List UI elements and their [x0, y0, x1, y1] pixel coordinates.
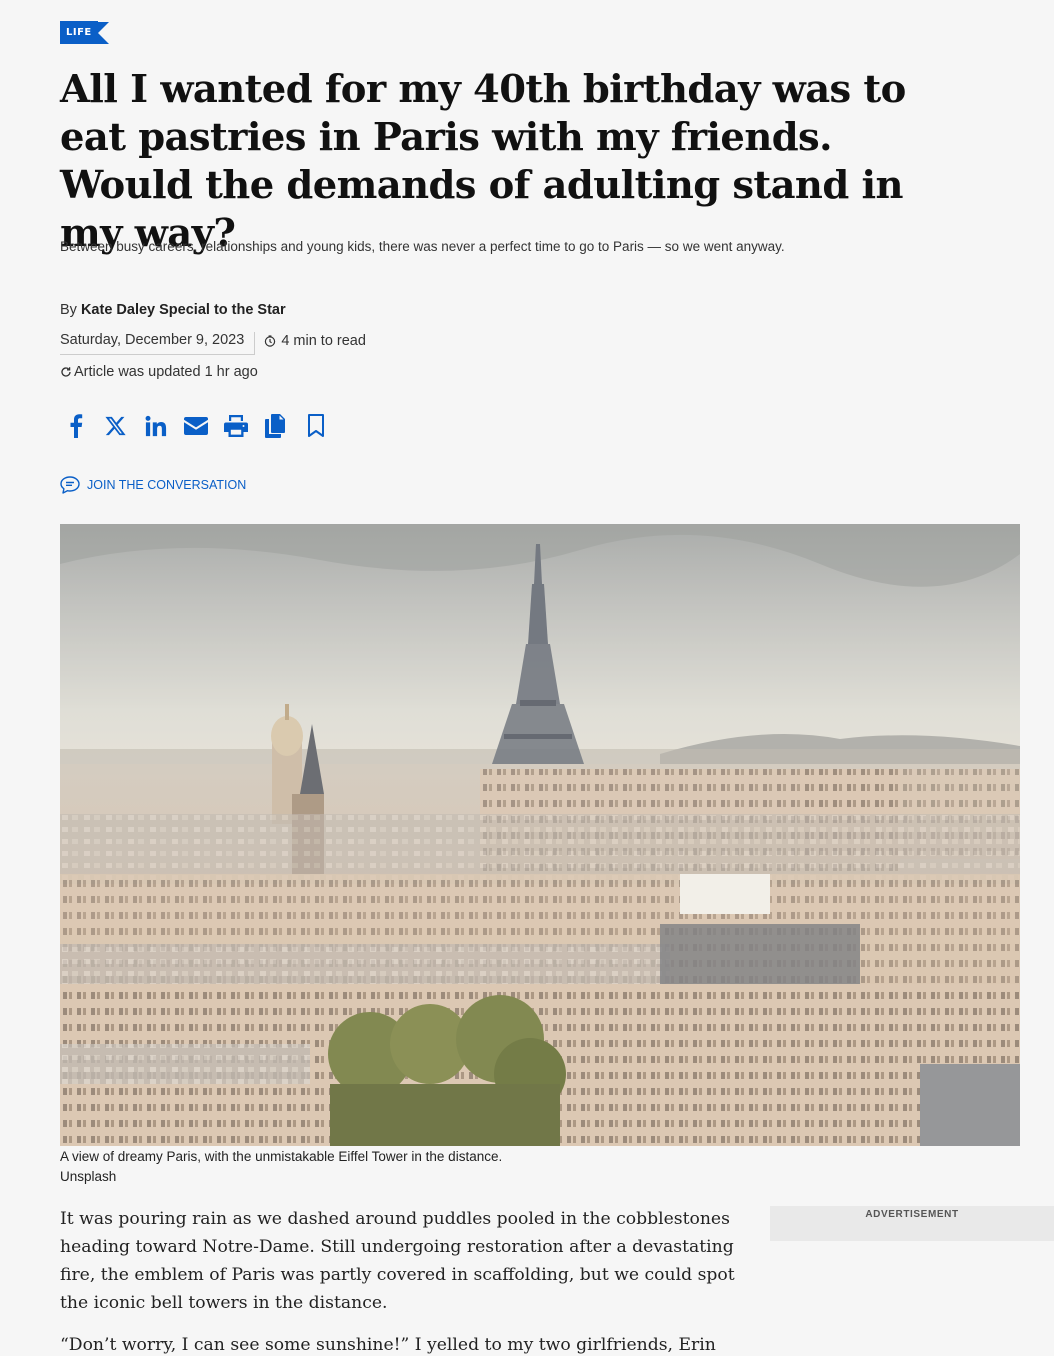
read-time-label: 4 min to read [281, 332, 366, 349]
refresh-icon [61, 367, 71, 377]
dateline: Saturday, December 9, 2023 4 min to read [60, 332, 366, 355]
share-bar [56, 410, 336, 442]
updated-label: Article was updated 1 hr ago [74, 364, 258, 380]
byline-prefix: By [60, 302, 77, 318]
bookmark-icon [308, 414, 324, 437]
article-subhead: Between busy careers, relationships and … [60, 239, 785, 254]
advertisement-label: ADVERTISEMENT [865, 1209, 959, 1220]
read-time: 4 min to read [255, 333, 366, 355]
facebook-icon [70, 414, 83, 438]
copy-icon [265, 414, 285, 438]
section-tag-arrow [97, 21, 109, 44]
author-name[interactable]: Kate Daley Special to the Star [81, 302, 286, 318]
publish-date: Saturday, December 9, 2023 [60, 332, 256, 355]
bookmark-button[interactable] [296, 410, 336, 442]
clock-icon [265, 334, 276, 347]
article-body: It was pouring rain as we dashed around … [60, 1205, 750, 1356]
updated-notice: Article was updated 1 hr ago [60, 364, 258, 380]
email-icon [184, 417, 208, 435]
linkedin-icon [145, 415, 167, 437]
body-paragraph: “Don’t worry, I can see some sunshine!” … [60, 1335, 716, 1355]
section-tag-label: LIFE [60, 21, 98, 44]
paris-skyline-photo [60, 524, 1020, 1146]
article-headline: All I wanted for my 40th birthday was to… [60, 67, 906, 256]
print-icon [224, 415, 248, 437]
body-paragraph: It was pouring rain as we dashed around … [60, 1209, 735, 1313]
x-icon [105, 416, 126, 436]
byline: By Kate Daley Special to the Star [60, 302, 286, 318]
facebook-share-button[interactable] [56, 410, 96, 442]
section-tag[interactable]: LIFE [60, 21, 109, 44]
join-conversation-label: JOIN THE CONVERSATION [87, 478, 247, 492]
advertisement-slot[interactable]: ADVERTISEMENT [770, 1206, 1054, 1241]
copy-link-button[interactable] [256, 410, 296, 442]
caption-text: A view of dreamy Paris, with the unmista… [60, 1149, 503, 1164]
print-button[interactable] [216, 410, 256, 442]
image-caption: A view of dreamy Paris, with the unmista… [60, 1147, 502, 1187]
linkedin-share-button[interactable] [136, 410, 176, 442]
join-conversation-link[interactable]: JOIN THE CONVERSATION [60, 476, 246, 494]
hero-image [60, 524, 1020, 1146]
email-share-button[interactable] [176, 410, 216, 442]
x-share-button[interactable] [96, 410, 136, 442]
caption-credit: Unsplash [60, 1169, 117, 1184]
comment-icon [60, 476, 80, 494]
